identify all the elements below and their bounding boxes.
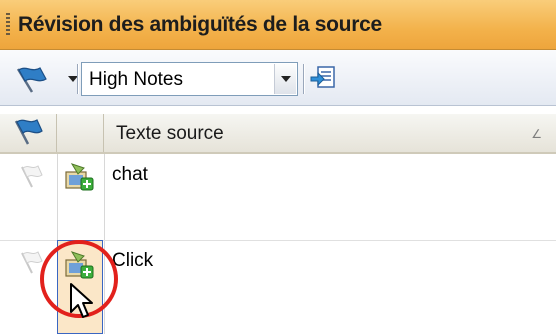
combobox-dropdown-button[interactable] [274, 64, 296, 94]
source-ambiguity-review-panel: Révision des ambiguïtés de la source Hig… [0, 0, 556, 334]
flag-icon [14, 119, 43, 145]
toolbar-separator [303, 64, 304, 94]
table-row[interactable]: chat [0, 154, 556, 240]
filter-combobox-value: High Notes [89, 69, 183, 90]
flag-filter-dropdown-button[interactable] [6, 63, 78, 93]
column-header-label: Texte source [116, 123, 224, 144]
apply-filter-button[interactable] [309, 65, 337, 91]
toolbar-separator [77, 64, 78, 94]
source-text-cell: chat [112, 164, 148, 185]
add-term-button[interactable] [64, 162, 96, 197]
grid-header: Texte source ∠ [0, 114, 556, 154]
apply-filter-icon [310, 66, 335, 88]
column-header-action[interactable] [57, 114, 104, 152]
toolbar: High Notes [0, 50, 556, 106]
sort-indicator-icon: ∠ [531, 127, 542, 141]
flag-icon [16, 67, 47, 93]
panel-title-bar: Révision des ambiguïtés de la source [0, 0, 556, 50]
column-header-source-text[interactable]: Texte source ∠ [104, 114, 556, 152]
row-flag-cell[interactable] [17, 164, 47, 195]
column-header-flag[interactable] [0, 114, 57, 152]
filter-combobox[interactable]: High Notes [81, 62, 298, 96]
grip-handle[interactable] [6, 13, 10, 37]
source-text-cell: Click [112, 250, 154, 271]
ambiguity-grid: Texte source ∠ chat Click [0, 106, 556, 334]
panel-title: Révision des ambiguïtés de la source [18, 13, 382, 36]
mouse-cursor-icon [69, 282, 95, 325]
add-term-icon [65, 163, 94, 191]
white-flag-icon [21, 165, 43, 188]
